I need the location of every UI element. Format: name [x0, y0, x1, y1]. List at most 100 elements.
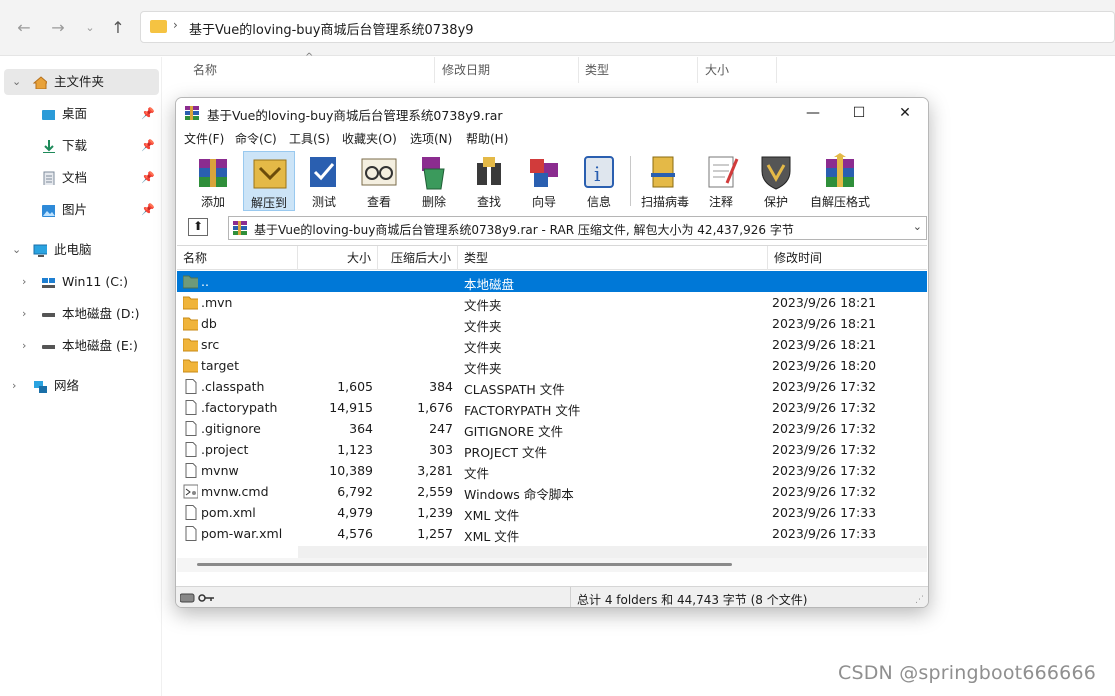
column-header-date[interactable]: 修改日期 — [434, 57, 579, 83]
file-name: pom-war.xml — [201, 526, 283, 541]
menu-commands[interactable]: 命令(C) — [235, 130, 277, 147]
binoculars-icon — [477, 157, 501, 185]
drive-icon — [42, 345, 55, 349]
header-size[interactable]: 大小 — [298, 246, 378, 270]
file-size: 10,389 — [329, 463, 373, 478]
back-arrow-icon[interactable]: ← — [12, 16, 36, 40]
up-arrow-icon[interactable]: ↑ — [106, 16, 130, 40]
menu-help[interactable]: 帮助(H) — [466, 130, 508, 147]
comment-icon — [708, 156, 739, 188]
chevron-right-icon[interactable]: › — [22, 333, 26, 359]
document-icon — [43, 171, 55, 185]
explorer-toolbar: ← → ⌄ ↑ › 基于Vue的loving-buy商城后台管理系统0738y9 — [0, 0, 1115, 56]
sidebar-item-documents[interactable]: 文档 📌 — [4, 165, 159, 191]
drive-key-icon[interactable] — [180, 592, 216, 604]
file-row[interactable]: pom-war.xml 4,576 1,257 XML 文件 2023/9/26 17:… — [177, 523, 927, 544]
file-row[interactable]: .mvn 文件夹 2023/9/26 18:21 — [177, 292, 927, 313]
horizontal-scrollbar[interactable] — [177, 558, 927, 572]
maximize-icon[interactable]: ☐ — [836, 98, 882, 128]
chevron-down-icon[interactable]: ⌄ — [12, 237, 21, 263]
sidebar-item-home[interactable]: ⌄ 主文件夹 — [4, 69, 159, 95]
test-button[interactable]: 测试 — [298, 151, 350, 211]
extract-to-button[interactable]: 解压到 — [243, 151, 295, 211]
pin-icon[interactable]: 📌 — [141, 197, 155, 223]
chevron-down-icon[interactable]: ⌄ — [913, 220, 922, 233]
title-bar[interactable]: 基于Vue的loving-buy商城后台管理系统0738y9.rar — ☐ ✕ — [176, 98, 928, 128]
file-row[interactable]: .gitignore 364 247 GITIGNORE 文件 2023/9/26 17… — [177, 418, 927, 439]
file-row[interactable]: .factorypath 14,915 1,676 FACTORYPATH 文件 202… — [177, 397, 927, 418]
up-folder-button[interactable]: ⬆ — [188, 218, 208, 236]
file-modified: 2023/9/26 17:32 — [772, 421, 877, 436]
view-button[interactable]: 查看 — [353, 151, 405, 211]
file-type: 文件夹 — [464, 319, 502, 334]
file-row[interactable]: .. 本地磁盘 — [177, 271, 927, 292]
sidebar-item-drive-c[interactable]: › Win11 (C:) — [4, 269, 159, 295]
file-row[interactable]: target 文件夹 2023/9/26 18:20 — [177, 355, 927, 376]
folder-icon — [183, 338, 198, 352]
pin-icon[interactable]: 📌 — [141, 133, 155, 159]
sidebar-label: 图片 — [62, 202, 88, 217]
status-summary: 总计 4 folders 和 44,743 字节 (8 个文件) — [577, 593, 808, 607]
chevron-right-icon[interactable]: › — [22, 301, 26, 327]
sidebar-label: 网络 — [54, 378, 80, 393]
path-row: ⬆ 基于Vue的loving-buy商城后台管理系统0738y9.rar - R… — [176, 214, 928, 242]
file-name: .mvn — [201, 295, 233, 310]
file-row[interactable]: src 文件夹 2023/9/26 18:21 — [177, 334, 927, 355]
comment-button[interactable]: 注释 — [695, 151, 747, 211]
sidebar-item-downloads[interactable]: 下载 📌 — [4, 133, 159, 159]
minimize-icon[interactable]: — — [790, 98, 836, 128]
menu-favorites[interactable]: 收藏夹(O) — [342, 130, 397, 147]
sidebar-item-drive-e[interactable]: › 本地磁盘 (E:) — [4, 333, 159, 359]
header-name[interactable]: 名称 — [177, 246, 298, 270]
file-modified: 2023/9/26 17:32 — [772, 463, 877, 478]
scan-virus-button[interactable]: 扫描病毒 — [637, 151, 693, 211]
menu-options[interactable]: 选项(N) — [410, 130, 452, 147]
file-row[interactable]: mvnw 10,389 3,281 文件 2023/9/26 17:32 — [177, 460, 927, 481]
recent-chevron-icon[interactable]: ⌄ — [78, 16, 102, 40]
chevron-down-icon[interactable]: ⌄ — [12, 69, 21, 95]
file-type: Windows 命令脚本 — [464, 487, 574, 502]
chevron-right-icon[interactable]: › — [12, 373, 16, 399]
chevron-right-icon[interactable]: › — [22, 269, 26, 295]
header-modified[interactable]: 修改时间 — [768, 246, 927, 270]
delete-button[interactable]: 删除 — [408, 151, 460, 211]
sidebar-item-network[interactable]: › 网络 — [4, 373, 159, 399]
pin-icon[interactable]: 📌 — [141, 165, 155, 191]
column-header-size[interactable]: 大小 — [697, 57, 777, 83]
file-row[interactable]: mvnw.cmd 6,792 2,559 Windows 命令脚本 2023/9/26 … — [177, 481, 927, 502]
pin-icon[interactable]: 📌 — [141, 101, 155, 127]
sfx-button[interactable]: 自解压格式 — [805, 151, 875, 211]
info-button[interactable]: i 信息 — [573, 151, 625, 211]
header-packed-size[interactable]: 压缩后大小 — [378, 246, 458, 270]
file-row[interactable]: .classpath 1,605 384 CLASSPATH 文件 2023/9/26 … — [177, 376, 927, 397]
protect-button[interactable]: 保护 — [750, 151, 802, 211]
add-button[interactable]: 添加 — [187, 151, 239, 211]
sidebar-item-desktop[interactable]: 桌面 📌 — [4, 101, 159, 127]
archive-path-dropdown[interactable]: 基于Vue的loving-buy商城后台管理系统0738y9.rar - RAR… — [228, 216, 927, 240]
file-packed-size: 3,281 — [417, 463, 453, 478]
header-type[interactable]: 类型 — [458, 246, 768, 270]
address-bar[interactable]: › 基于Vue的loving-buy商城后台管理系统0738y9 — [140, 11, 1115, 43]
file-type: XML 文件 — [464, 508, 520, 523]
menu-file[interactable]: 文件(F) — [184, 130, 224, 147]
sidebar-item-pictures[interactable]: 图片 📌 — [4, 197, 159, 223]
delete-icon — [422, 157, 445, 190]
file-row[interactable]: db 文件夹 2023/9/26 18:21 — [177, 313, 927, 334]
sidebar-item-drive-d[interactable]: › 本地磁盘 (D:) — [4, 301, 159, 327]
close-icon[interactable]: ✕ — [882, 98, 928, 128]
resize-grip-icon[interactable]: ⋰ — [915, 595, 924, 605]
scrollbar-thumb[interactable] — [197, 563, 732, 566]
file-size: 4,979 — [337, 505, 373, 520]
wizard-button[interactable]: 向导 — [518, 151, 570, 211]
find-button[interactable]: 查找 — [463, 151, 515, 211]
forward-arrow-icon[interactable]: → — [46, 16, 70, 40]
folder-icon — [183, 296, 198, 310]
sidebar-label: 桌面 — [62, 106, 88, 121]
menu-tools[interactable]: 工具(S) — [289, 130, 330, 147]
column-header-type[interactable]: 类型 — [577, 57, 698, 83]
wizard-icon — [530, 159, 558, 187]
file-size: 6,792 — [337, 484, 373, 499]
file-row[interactable]: .project 1,123 303 PROJECT 文件 2023/9/26 17:3… — [177, 439, 927, 460]
file-row[interactable]: pom.xml 4,979 1,239 XML 文件 2023/9/26 17:33 — [177, 502, 927, 523]
sidebar-item-this-pc[interactable]: ⌄ 此电脑 — [4, 237, 159, 263]
